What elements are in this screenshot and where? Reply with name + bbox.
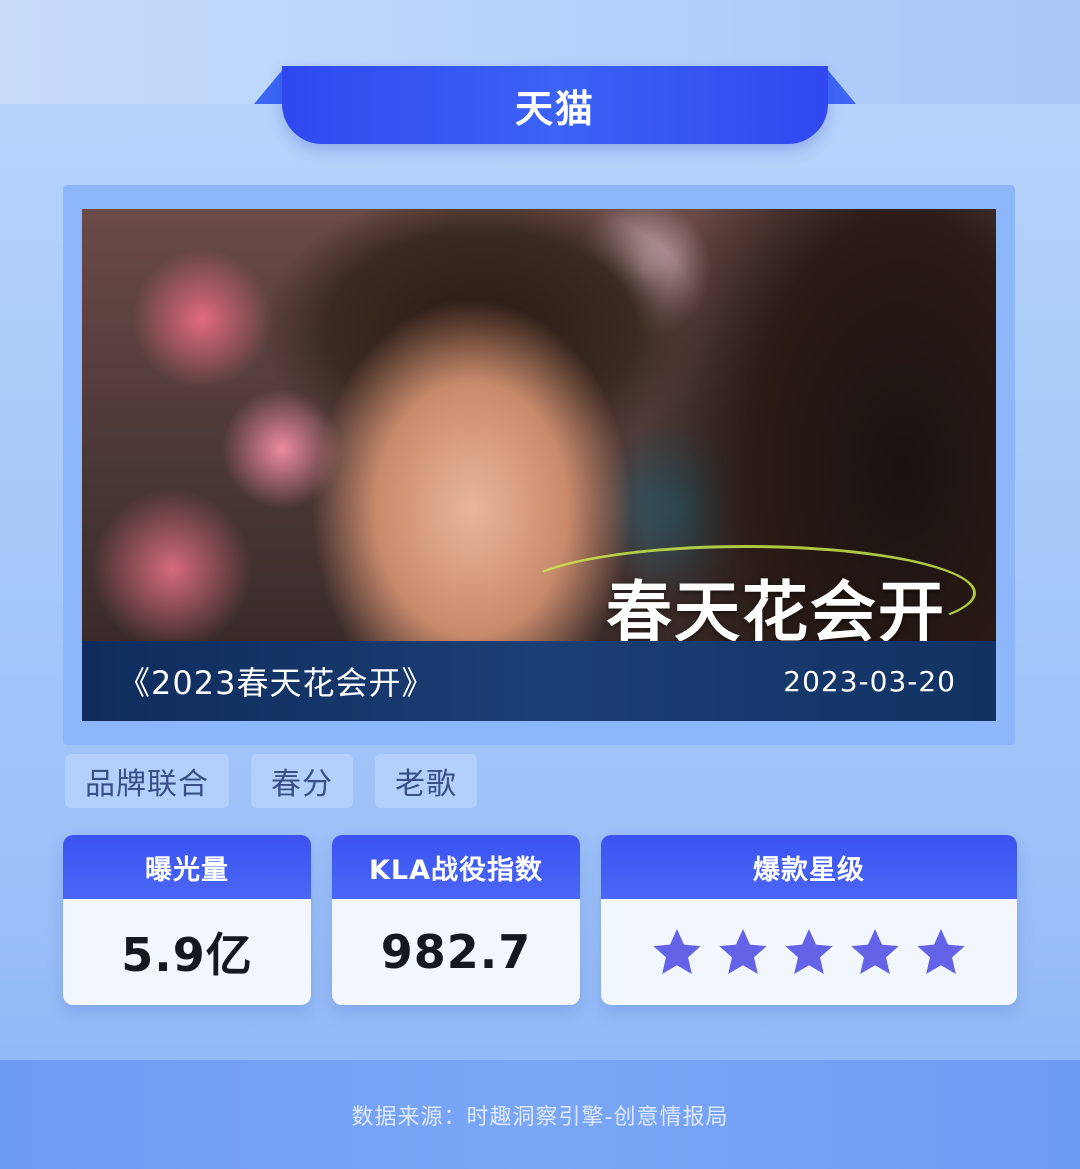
kla-label: KLA战役指数 (332, 835, 580, 899)
caption-bar: 《2023春天花会开》 2023-03-20 (82, 641, 996, 721)
tag-spring-equinox: 春分 (251, 754, 353, 808)
star-rating-label: 爆款星级 (601, 835, 1017, 899)
exposure-value: 5.9亿 (121, 928, 253, 982)
campaign-photo: 春天花会开 (82, 209, 996, 641)
tag-brand-collab: 品牌联合 (65, 754, 229, 808)
title-wing-left (254, 68, 284, 104)
star-icon (653, 929, 701, 975)
title-wing-right (826, 68, 856, 104)
star-icon (851, 929, 899, 975)
star-icon (719, 929, 767, 975)
photo-title-overlay: 春天花会开 (606, 574, 946, 641)
exposure-label: 曝光量 (63, 835, 311, 899)
data-source: 数据来源：时趣洞察引擎-创意情报局 (351, 1104, 729, 1130)
star-icon (785, 929, 833, 975)
brand-title: 天猫 (514, 86, 595, 131)
footer: 数据来源：时趣洞察引擎-创意情报局 (0, 1060, 1080, 1169)
star-icon (917, 929, 965, 975)
tag-old-song: 老歌 (375, 754, 477, 808)
kla-value: 982.7 (380, 925, 532, 979)
kla-card: KLA战役指数 982.7 (332, 835, 580, 1005)
campaign-date: 2023-03-20 (783, 664, 956, 698)
star-row (650, 925, 968, 979)
brand-title-tab: 天猫 (282, 66, 828, 144)
campaign-name: 《2023春天花会开》 (118, 664, 435, 702)
star-rating-card: 爆款星级 (601, 835, 1017, 1005)
tag-list: 品牌联合 春分 老歌 (65, 754, 477, 808)
exposure-card: 曝光量 5.9亿 (63, 835, 311, 1005)
star-rating (601, 899, 1017, 1005)
